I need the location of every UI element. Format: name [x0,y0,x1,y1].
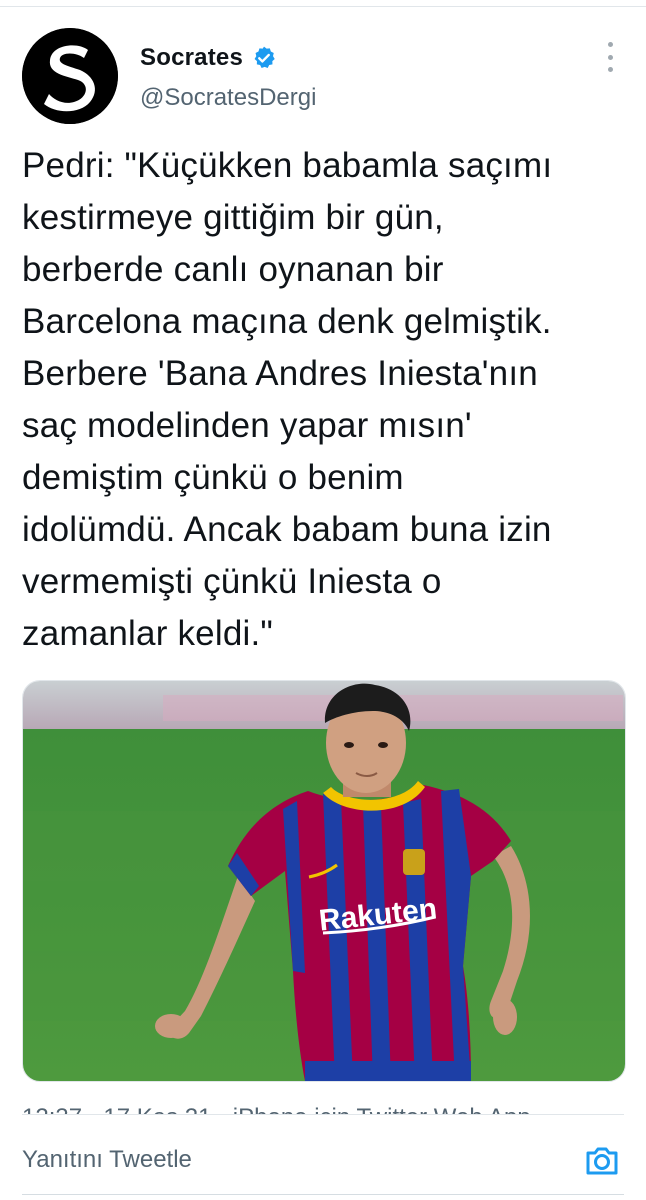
tweet-detail-screen: Socrates @SocratesDergi Pedri: "Küçükken… [0,0,646,1200]
more-options-icon[interactable] [598,42,622,72]
tweet-photo[interactable]: Rakuten [22,680,626,1082]
avatar[interactable] [22,28,118,124]
reply-input-placeholder[interactable]: Yanıtını Tweetle [22,1146,192,1174]
top-divider [0,6,646,7]
timestamp-text: 12:37 · 17 Kas 21 · iPhone için Twitter … [22,1104,531,1115]
football-player-photo: Rakuten [23,681,625,1081]
author-handle[interactable]: @SocratesDergi [140,84,316,112]
socrates-logo-icon [22,28,118,124]
author-display-name[interactable]: Socrates [140,44,243,72]
author-name-row: Socrates [140,40,277,76]
camera-icon[interactable] [582,1140,622,1180]
tweet-text: Pedri: "Küçükken babamla saçımı kestirme… [22,146,553,653]
tweet-timestamp: 12:37 · 17 Kas 21 · iPhone için Twitter … [22,1100,624,1115]
verified-badge-icon [251,45,277,71]
bottom-divider [22,1194,624,1195]
